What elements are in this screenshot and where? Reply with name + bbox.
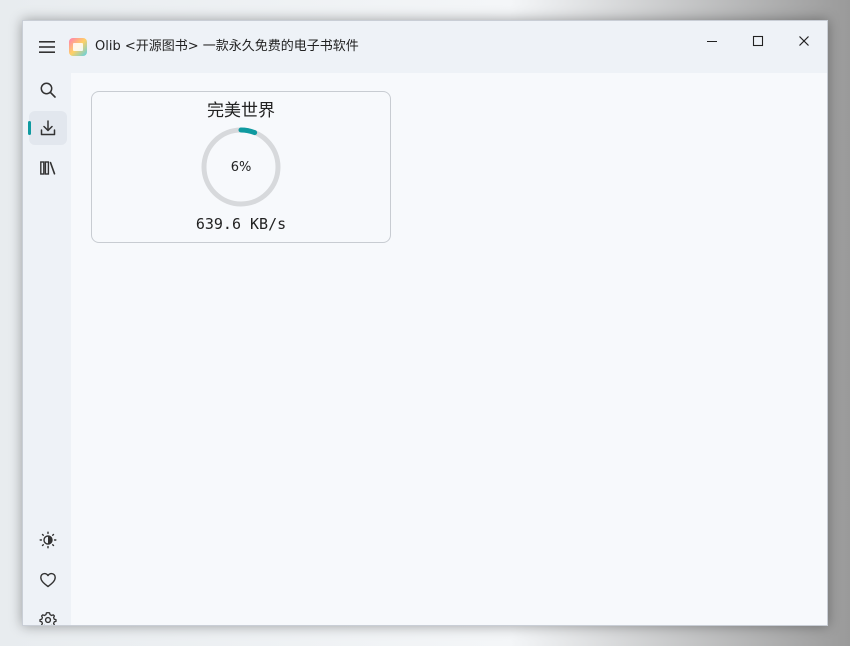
desktop-background: Olib <开源图书> 一款永久免费的电子书软件 完美世界 6% 639.6 K… xyxy=(0,0,850,646)
progress-percent: 6% xyxy=(230,159,252,175)
app-window: Olib <开源图书> 一款永久免费的电子书软件 完美世界 6% 639.6 K… xyxy=(22,20,828,626)
sidebar-item-download[interactable] xyxy=(28,111,67,145)
close-icon xyxy=(799,36,809,46)
sidebar-item-settings[interactable] xyxy=(29,603,67,625)
search-icon xyxy=(40,82,56,98)
gear-icon xyxy=(39,611,57,625)
heart-icon xyxy=(40,572,56,588)
sidebar-item-theme[interactable] xyxy=(29,523,67,557)
brightness-icon xyxy=(39,531,57,549)
download-icon xyxy=(40,120,56,136)
maximize-button[interactable] xyxy=(735,21,781,61)
library-icon xyxy=(40,161,56,175)
minimize-icon xyxy=(707,41,717,42)
menu-icon[interactable] xyxy=(37,38,57,56)
minimize-button[interactable] xyxy=(689,21,735,61)
download-card[interactable]: 完美世界 6% 639.6 KB/s xyxy=(91,91,391,243)
sidebar-item-search[interactable] xyxy=(29,73,67,107)
download-speed: 639.6 KB/s xyxy=(195,215,287,233)
sidebar-item-favorites[interactable] xyxy=(29,563,67,597)
window-title: Olib <开源图书> 一款永久免费的电子书软件 xyxy=(95,39,359,54)
close-button[interactable] xyxy=(781,21,827,61)
sidebar-item-library[interactable] xyxy=(29,151,67,185)
active-indicator xyxy=(28,121,31,135)
download-list: 完美世界 6% 639.6 KB/s xyxy=(71,73,827,625)
app-logo-icon xyxy=(69,38,87,56)
sidebar xyxy=(23,73,71,625)
title-bar: Olib <开源图书> 一款永久免费的电子书软件 xyxy=(23,21,827,73)
maximize-icon xyxy=(752,35,764,47)
book-title: 完美世界 xyxy=(207,101,275,121)
window-controls xyxy=(689,21,827,61)
